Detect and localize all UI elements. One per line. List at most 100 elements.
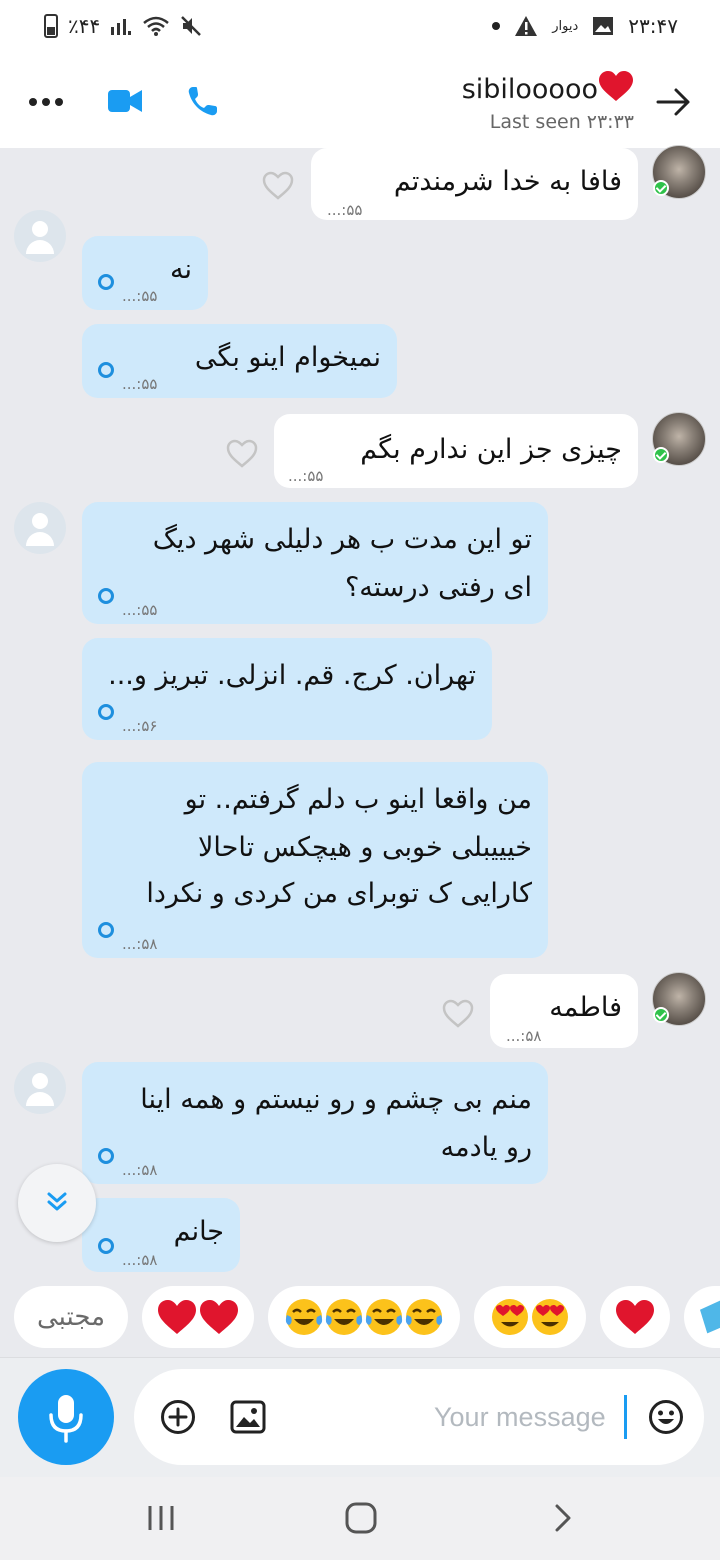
home-icon[interactable] <box>344 1501 378 1535</box>
like-heart-icon[interactable] <box>226 438 258 468</box>
message-text-line: کارایی ک توبرای من کردی و نکردا <box>146 878 532 909</box>
message-bubble[interactable]: جانم ...:۵۸ <box>82 1198 240 1272</box>
back-chevron-icon[interactable] <box>552 1503 574 1533</box>
gift-icon <box>700 1300 720 1334</box>
gallery-image-icon[interactable] <box>230 1400 266 1434</box>
phone-call-icon[interactable] <box>186 84 220 118</box>
message-text-line: من واقعا اینو ب دلم گرفتم.. تو <box>184 784 532 815</box>
sent-status-icon <box>98 922 114 938</box>
message-bubble[interactable]: نه ...:۵۵ <box>82 236 208 310</box>
quick-reply-bar: مجتبی <box>0 1286 720 1350</box>
like-heart-icon[interactable] <box>262 170 294 200</box>
message-bubble[interactable]: تهران. کرج. قم. انزلی. تبریز و... ...:۵۶ <box>82 638 492 740</box>
message-time: ...:۵۵ <box>327 201 363 219</box>
online-check-icon <box>653 447 669 463</box>
text-cursor <box>624 1395 627 1439</box>
message-time: ...:۵۵ <box>122 375 158 393</box>
message-bubble[interactable]: منم بی چشم و رو نیستم و همه اینا رو یادم… <box>82 1062 548 1184</box>
battery-percent: ٪۴۴ <box>68 14 101 38</box>
emoji-smiley-icon[interactable] <box>648 1399 684 1435</box>
message-time: ...:۵۸ <box>122 935 158 953</box>
image-icon <box>593 17 614 35</box>
status-right: دیوار ۲۳:۴۷ <box>492 14 678 38</box>
add-plus-icon[interactable] <box>160 1399 196 1435</box>
voice-record-button[interactable] <box>18 1369 114 1465</box>
message-text-line: رو یادمه <box>440 1132 532 1163</box>
message-text: فافا به خدا شرمندتم <box>393 166 622 197</box>
scroll-to-bottom-button[interactable] <box>18 1164 96 1242</box>
sent-status-icon <box>98 1238 114 1254</box>
contact-avatar[interactable] <box>652 972 706 1026</box>
message-time: ...:۵۵ <box>122 287 158 305</box>
back-arrow-icon[interactable] <box>656 86 692 118</box>
sent-status-icon <box>98 362 114 378</box>
quick-reply-text-chip[interactable]: مجتبی <box>14 1286 128 1348</box>
message-text: چیزی جز این ندارم بگم <box>360 434 622 465</box>
red-heart-icon <box>599 71 633 101</box>
message-time: ...:۵۸ <box>506 1027 542 1045</box>
my-avatar <box>14 1062 66 1114</box>
message-input[interactable] <box>434 1397 634 1437</box>
message-bubble[interactable]: چیزی جز این ندارم بگم ...:۵۵ <box>274 414 638 488</box>
message-time: ...:۵۵ <box>288 467 324 485</box>
message-input-container <box>134 1369 704 1465</box>
quick-reply-gift[interactable] <box>684 1286 720 1348</box>
message-bubble[interactable]: تو این مدت ب هر دلیلی شهر دیگ ای رفتی در… <box>82 502 548 624</box>
sent-status-icon <box>98 588 114 604</box>
heart-eyes-icon <box>492 1299 528 1335</box>
system-nav-bar <box>0 1477 720 1560</box>
message-time: ...:۵۶ <box>122 717 158 735</box>
message-bubble[interactable]: فافا به خدا شرمندتم ...:۵۵ <box>311 148 638 220</box>
wifi-icon <box>143 16 170 36</box>
message-text-line: تو این مدت ب هر دلیلی شهر دیگ <box>152 524 532 555</box>
quick-reply-heart[interactable] <box>600 1286 670 1348</box>
status-left: ٪۴۴ <box>44 14 202 38</box>
message-time: ...:۵۸ <box>122 1161 158 1179</box>
tears-of-joy-icon <box>325 1299 363 1335</box>
message-bubble[interactable]: من واقعا اینو ب دلم گرفتم.. تو خیییبلی خ… <box>82 762 548 958</box>
contact-name-text: sibilooooo <box>461 74 598 105</box>
contact-avatar[interactable] <box>652 412 706 466</box>
battery-icon <box>44 14 58 38</box>
tears-of-joy-icon <box>405 1299 443 1335</box>
microphone-icon <box>49 1395 83 1443</box>
contact-avatar[interactable] <box>652 145 706 199</box>
like-heart-icon[interactable] <box>442 998 474 1028</box>
message-time: ...:۵۵ <box>122 601 158 619</box>
red-heart-icon <box>200 1300 238 1334</box>
message-bubble[interactable]: فاطمه ...:۵۸ <box>490 974 638 1048</box>
my-avatar <box>14 502 66 554</box>
message-time: ...:۵۸ <box>122 1251 158 1269</box>
status-bar: ٪۴۴ دیوار ۲۳:۴۷ <box>0 0 720 56</box>
video-call-icon[interactable] <box>108 88 142 114</box>
red-heart-icon <box>616 1300 654 1334</box>
more-dots-icon <box>29 98 63 106</box>
online-check-icon <box>653 1007 669 1023</box>
message-text-line: ای رفتی درسته؟ <box>344 572 532 603</box>
last-seen: Last seen ۲۳:۳۳ <box>489 111 634 133</box>
tears-of-joy-icon <box>365 1299 403 1335</box>
message-bubble[interactable]: نمیخوام اینو بگی ...:۵۵ <box>82 324 397 398</box>
contact-name[interactable]: sibilooooo <box>462 70 634 105</box>
quick-reply-hearts[interactable] <box>142 1286 254 1348</box>
message-text: تهران. کرج. قم. انزلی. تبریز و... <box>108 660 476 691</box>
message-text-line: خیییبلی خوبی و هیچکس تاحالا <box>198 832 532 863</box>
clock: ۲۳:۴۷ <box>628 14 678 38</box>
message-text: جانم <box>173 1216 224 1247</box>
chat-header: sibilooooo Last seen ۲۳:۳۳ <box>0 56 720 148</box>
mute-icon <box>181 16 202 36</box>
notification-dot-icon <box>492 22 501 30</box>
red-heart-icon <box>158 1300 196 1334</box>
quick-reply-text: مجتبی <box>36 1302 106 1332</box>
double-chevron-down-icon <box>47 1192 67 1211</box>
more-options-button[interactable] <box>28 86 64 107</box>
sent-status-icon <box>98 274 114 290</box>
my-avatar <box>14 210 66 262</box>
online-check-icon <box>653 180 669 196</box>
quick-reply-heart-eyes[interactable] <box>474 1286 586 1348</box>
heart-eyes-icon <box>532 1299 568 1335</box>
tears-of-joy-icon <box>285 1299 323 1335</box>
recent-apps-icon[interactable] <box>146 1503 176 1533</box>
signal-icon <box>111 19 132 35</box>
quick-reply-laughing[interactable] <box>268 1286 460 1348</box>
